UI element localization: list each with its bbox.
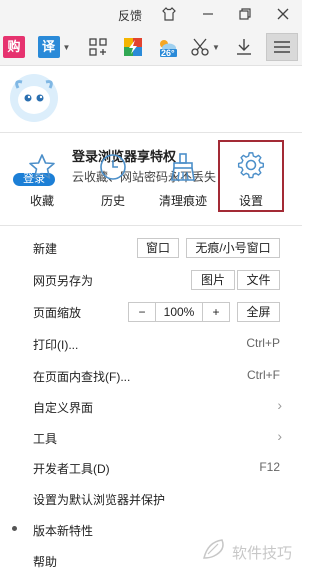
shopping-button[interactable]: 购 bbox=[0, 33, 28, 61]
star-icon bbox=[29, 154, 55, 179]
menu-label-save-as: 网页另存为 bbox=[33, 274, 94, 288]
menu-label-devtools: 开发者工具(D) bbox=[33, 462, 110, 476]
minimize-icon[interactable] bbox=[199, 5, 217, 23]
divider bbox=[0, 132, 302, 133]
account-section: 登录 登录浏览器享特权 云收藏、网站密码永不丢失 bbox=[0, 66, 302, 188]
menu-shortcut-print: Ctrl+P bbox=[246, 336, 280, 350]
menu-label-print: 打印(I)... bbox=[33, 338, 79, 352]
restore-icon[interactable] bbox=[236, 5, 254, 23]
download-icon bbox=[237, 39, 251, 55]
main-menu-button[interactable] bbox=[266, 33, 298, 61]
screenshot-button[interactable]: ▼ bbox=[188, 33, 222, 61]
menu-shortcut-devtools: F12 bbox=[259, 460, 280, 474]
quick-action-label: 设置 bbox=[238, 194, 263, 208]
quick-action-history[interactable]: 历史 bbox=[80, 140, 146, 212]
menu-label-help: 帮助 bbox=[33, 555, 58, 569]
new-incognito-window-button[interactable]: 无痕/小号窗口 bbox=[186, 238, 280, 258]
menu-item-default-browser[interactable]: 设置为默认浏览器并保护 bbox=[0, 483, 302, 513]
menu-item-tools[interactable]: 工具 › bbox=[0, 422, 302, 452]
fullscreen-button[interactable]: 全屏 bbox=[237, 302, 280, 322]
menu-item-devtools[interactable]: 开发者工具(D) F12 bbox=[0, 452, 302, 482]
avatar[interactable] bbox=[8, 74, 60, 128]
quick-action-favorites[interactable]: 收藏 bbox=[9, 140, 75, 212]
save-as-image-button[interactable]: 图片 bbox=[191, 270, 235, 290]
menu-label-new-features: 版本新特性 bbox=[33, 524, 94, 538]
menu-label-zoom: 页面缩放 bbox=[33, 306, 82, 320]
title-strip: 反馈 bbox=[0, 0, 302, 28]
zoom-in-button[interactable]: + bbox=[202, 302, 230, 322]
feedback-link[interactable]: 反馈 bbox=[118, 7, 142, 24]
translate-button[interactable]: 译 ▼ bbox=[36, 33, 72, 61]
weather-button[interactable]: 26° bbox=[154, 33, 180, 61]
clock-icon bbox=[100, 154, 126, 180]
hamburger-icon bbox=[274, 41, 290, 53]
quick-action-label: 收藏 bbox=[29, 194, 54, 208]
toolbar: 购 译 ▼ 26° ▼ bbox=[0, 28, 302, 66]
menu-item-find[interactable]: 在页面内查找(F)... Ctrl+F bbox=[0, 360, 302, 390]
menu-item-print[interactable]: 打印(I)... Ctrl+P bbox=[0, 328, 302, 358]
quick-action-clear-traces[interactable]: 清理痕迹 bbox=[150, 140, 216, 212]
chevron-right-icon: › bbox=[277, 428, 282, 444]
menu-label-new: 新建 bbox=[33, 242, 58, 256]
app-center-button[interactable] bbox=[120, 33, 146, 61]
broom-icon bbox=[171, 153, 195, 181]
mascot-avatar-icon bbox=[10, 74, 58, 122]
weather-temp: 26° bbox=[161, 48, 175, 58]
chevron-right-icon: › bbox=[277, 397, 282, 413]
scissors-icon bbox=[191, 38, 209, 56]
quick-action-settings[interactable]: 设置 bbox=[218, 140, 284, 212]
menu-label-default-browser: 设置为默认浏览器并保护 bbox=[33, 493, 166, 507]
divider bbox=[0, 225, 302, 226]
menu-label-customize: 自定义界面 bbox=[33, 401, 94, 415]
new-window-button[interactable]: 窗口 bbox=[137, 238, 179, 258]
menu-label-tools: 工具 bbox=[33, 432, 58, 446]
menu-label-find: 在页面内查找(F)... bbox=[33, 370, 131, 384]
translate-icon: 译 bbox=[37, 36, 60, 58]
new-indicator-dot bbox=[12, 526, 17, 531]
menu-item-customize[interactable]: 自定义界面 › bbox=[0, 391, 302, 421]
shopping-icon: 购 bbox=[3, 36, 25, 58]
zoom-level: 100% bbox=[155, 302, 203, 322]
download-button[interactable] bbox=[232, 33, 256, 61]
menu-row-zoom: 页面缩放 − 100% + 全屏 bbox=[0, 296, 302, 326]
menu-row-new: 新建 窗口 无痕/小号窗口 bbox=[0, 232, 302, 262]
zoom-out-button[interactable]: − bbox=[128, 302, 156, 322]
quick-action-label: 清理痕迹 bbox=[158, 194, 207, 208]
chevron-down-icon[interactable]: ▼ bbox=[63, 43, 71, 52]
watermark-logo-icon bbox=[203, 539, 224, 559]
app-center-icon bbox=[124, 38, 142, 56]
menu-row-save-as: 网页另存为 图片 文件 bbox=[0, 264, 302, 294]
chevron-down-icon[interactable]: ▼ bbox=[212, 43, 220, 52]
close-icon[interactable] bbox=[274, 5, 292, 23]
apps-button[interactable] bbox=[86, 33, 110, 61]
watermark-text: 软件技巧 bbox=[232, 545, 293, 562]
quick-action-label: 历史 bbox=[100, 194, 125, 208]
gear-icon bbox=[237, 152, 264, 179]
watermark: 软件技巧 bbox=[200, 536, 300, 566]
apps-grid-icon bbox=[89, 38, 107, 56]
skin-icon[interactable] bbox=[160, 5, 178, 23]
menu-shortcut-find: Ctrl+F bbox=[247, 368, 280, 382]
save-as-file-button[interactable]: 文件 bbox=[237, 270, 280, 290]
